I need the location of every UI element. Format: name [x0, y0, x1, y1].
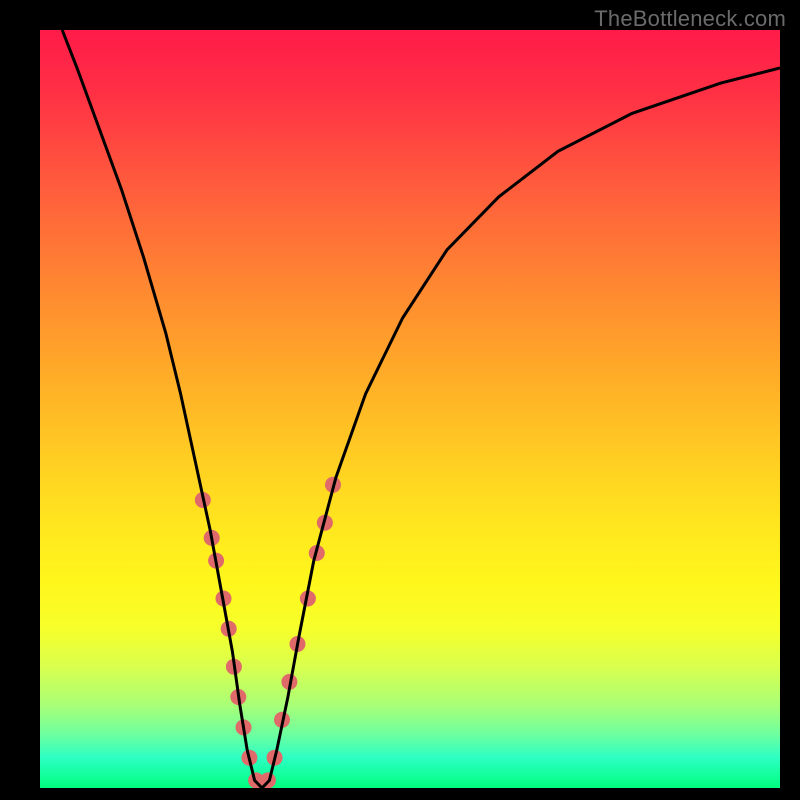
watermark-text: TheBottleneck.com — [594, 6, 786, 32]
chart-frame: TheBottleneck.com — [0, 0, 800, 800]
data-markers — [195, 477, 341, 788]
bottleneck-curve — [62, 30, 780, 788]
plot-area — [40, 30, 780, 788]
curve-svg — [40, 30, 780, 788]
